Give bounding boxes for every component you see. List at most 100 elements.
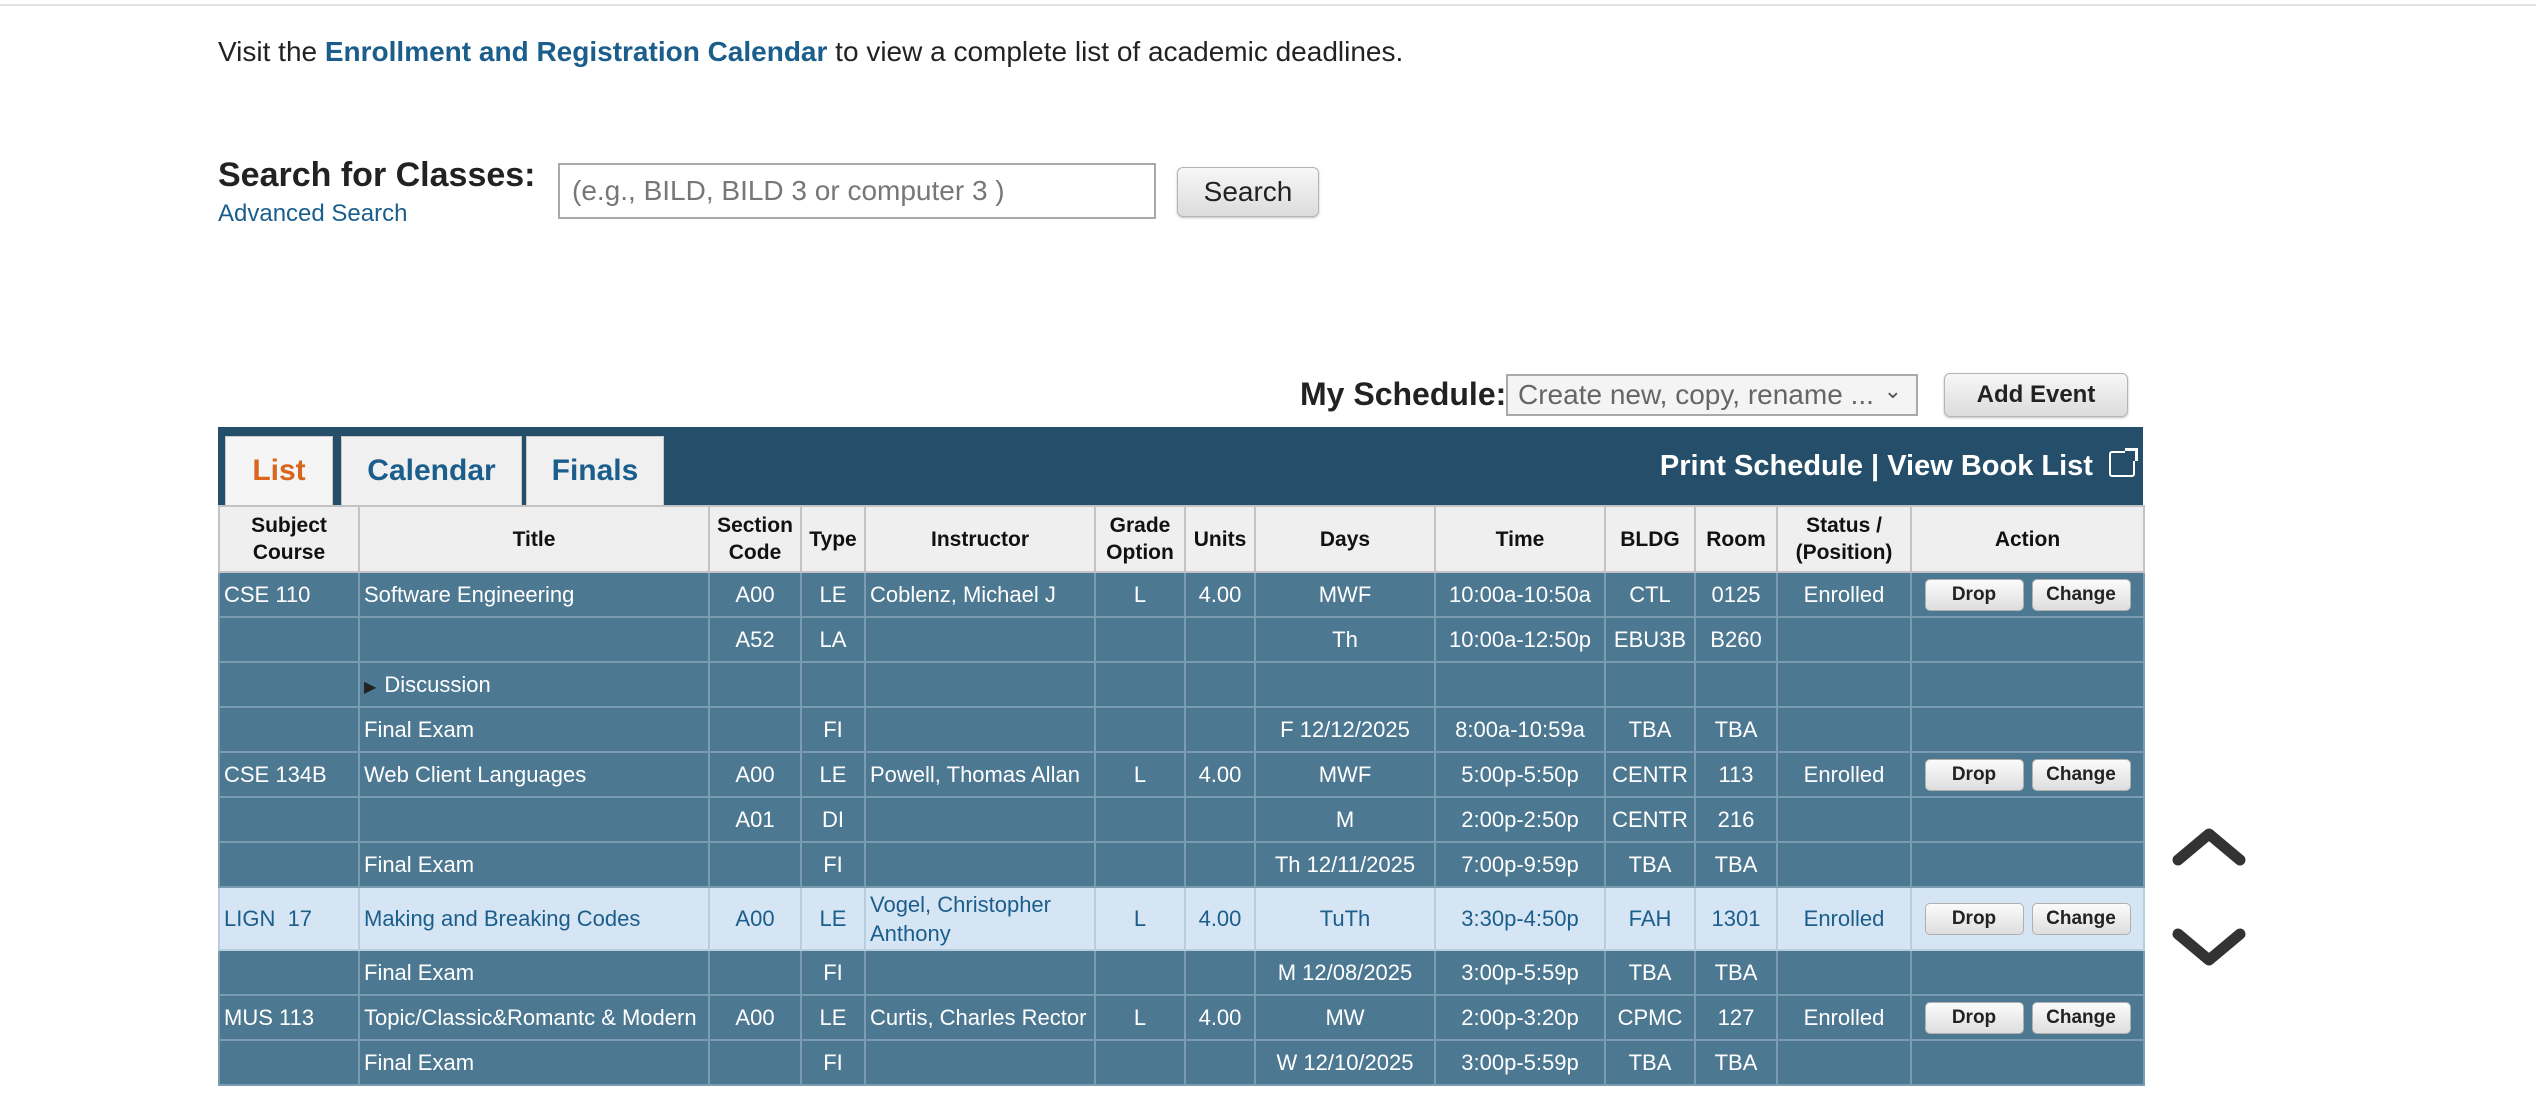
col-bldg: BLDG [1604,505,1696,573]
my-schedule-label: My Schedule: [1300,376,1507,412]
cell-status [1776,706,1912,753]
drop-button[interactable]: Drop [1924,758,2024,791]
chevron-down-icon[interactable] [2172,928,2246,968]
cell-bldg: FAH [1604,886,1696,951]
cell-action [1910,841,2145,888]
cell-days: F 12/12/2025 [1254,706,1436,753]
drop-button[interactable]: Drop [1924,902,2024,935]
cell-instructor: Coblenz, Michael J [864,571,1096,618]
cell-section [708,841,802,888]
cell-course [218,949,360,996]
cell-bldg: CENTR [1604,751,1696,798]
table-row: Final Exam FI Th 12/11/2025 7:00p-9:59p … [218,841,2145,888]
cell-action [1910,706,2145,753]
cell-type: LE [800,751,866,798]
cell-type: FI [800,949,866,996]
cell-grade: L [1094,994,1186,1041]
print-links-separator: | [1871,450,1880,482]
tab-calendar[interactable]: Calendar [341,436,522,505]
cell-action: Drop Change [1910,751,2145,798]
col-action: Action [1910,505,2145,573]
cell-units [1184,661,1256,708]
cell-units [1184,796,1256,843]
cell-title: Web Client Languages [358,751,710,798]
drop-button[interactable]: Drop [1924,578,2024,611]
cell-type: DI [800,796,866,843]
change-button[interactable]: Change [2031,902,2131,935]
search-label: Search for Classes: [218,156,536,194]
change-button[interactable]: Change [2031,578,2131,611]
add-event-button[interactable]: Add Event [1944,373,2128,417]
cell-room: 1301 [1694,886,1778,951]
enrollment-calendar-link[interactable]: Enrollment and Registration Calendar [325,36,828,67]
cell-room: TBA [1694,841,1778,888]
cell-time: 8:00a-10:59a [1434,706,1606,753]
cell-instructor [864,949,1096,996]
discussion-toggle[interactable]: ▶ Discussion [358,661,710,708]
print-schedule-link[interactable]: Print Schedule [1660,450,1863,482]
tab-bar: List Calendar Finals Print Schedule | Vi… [218,427,2143,505]
cell-type: FI [800,841,866,888]
cell-status [1776,841,1912,888]
cell-bldg: TBA [1604,1039,1696,1086]
cell-action: Drop Change [1910,886,2145,951]
table-row: Final Exam FI F 12/12/2025 8:00a-10:59a … [218,706,2145,753]
cell-time: 3:00p-5:59p [1434,949,1606,996]
cell-room: B260 [1694,616,1778,663]
tab-list[interactable]: List [225,436,333,505]
cell-time: 10:00a-12:50p [1434,616,1606,663]
schedule-panel: List Calendar Finals Print Schedule | Vi… [218,427,2145,1086]
table-row: ▶ Discussion [218,661,2145,708]
cell-days: M 12/08/2025 [1254,949,1436,996]
cell-days: TuTh [1254,886,1436,951]
cell-bldg: TBA [1604,841,1696,888]
intro-before: Visit the [218,36,325,67]
table-row: MUS 113 Topic/Classic&Romantc & Modern A… [218,994,2145,1041]
chevron-up-icon[interactable] [2172,826,2246,866]
drop-button[interactable]: Drop [1924,1001,2024,1034]
cell-room: TBA [1694,706,1778,753]
cell-action: Drop Change [1910,994,2145,1041]
cell-type: LE [800,994,866,1041]
view-book-list-link[interactable]: View Book List [1887,450,2093,482]
change-button[interactable]: Change [2031,1001,2131,1034]
cell-instructor [864,1039,1096,1086]
class-search-input[interactable] [558,163,1156,219]
cell-status [1776,796,1912,843]
cell-bldg: CPMC [1604,994,1696,1041]
cell-room: 216 [1694,796,1778,843]
cell-time: 2:00p-2:50p [1434,796,1606,843]
cell-time: 5:00p-5:50p [1434,751,1606,798]
cell-grade [1094,841,1186,888]
tab-finals[interactable]: Finals [526,436,664,505]
cell-grade [1094,796,1186,843]
cell-units [1184,1039,1256,1086]
cell-course: CSE 134B [218,751,360,798]
cell-status: Enrolled [1776,751,1912,798]
col-instructor: Instructor [864,505,1096,573]
col-grade-option: Grade Option [1094,505,1186,573]
my-schedule-select[interactable]: Create new, copy, rename ... ⌄ [1506,374,1918,416]
cell-time: 3:00p-5:59p [1434,1039,1606,1086]
col-units: Units [1184,505,1256,573]
cell-title: Final Exam [358,949,710,996]
change-button[interactable]: Change [2031,758,2131,791]
cell-section: A52 [708,616,802,663]
cell-section: A00 [708,994,802,1041]
cell-room: 127 [1694,994,1778,1041]
cell-instructor [864,661,1096,708]
search-button[interactable]: Search [1177,167,1319,217]
col-subject-course: Subject Course [218,505,360,573]
cell-instructor: Powell, Thomas Allan [864,751,1096,798]
cell-instructor [864,616,1096,663]
cell-title: Topic/Classic&Romantc & Modern [358,994,710,1041]
cell-title: Final Exam [358,1039,710,1086]
table-row: Final Exam FI M 12/08/2025 3:00p-5:59p T… [218,949,2145,996]
intro-after: to view a complete list of academic dead… [827,36,1404,67]
col-type: Type [800,505,866,573]
cell-type: FI [800,706,866,753]
cell-days: M [1254,796,1436,843]
cell-action [1910,949,2145,996]
cell-days: MWF [1254,571,1436,618]
advanced-search-link[interactable]: Advanced Search [218,200,407,228]
